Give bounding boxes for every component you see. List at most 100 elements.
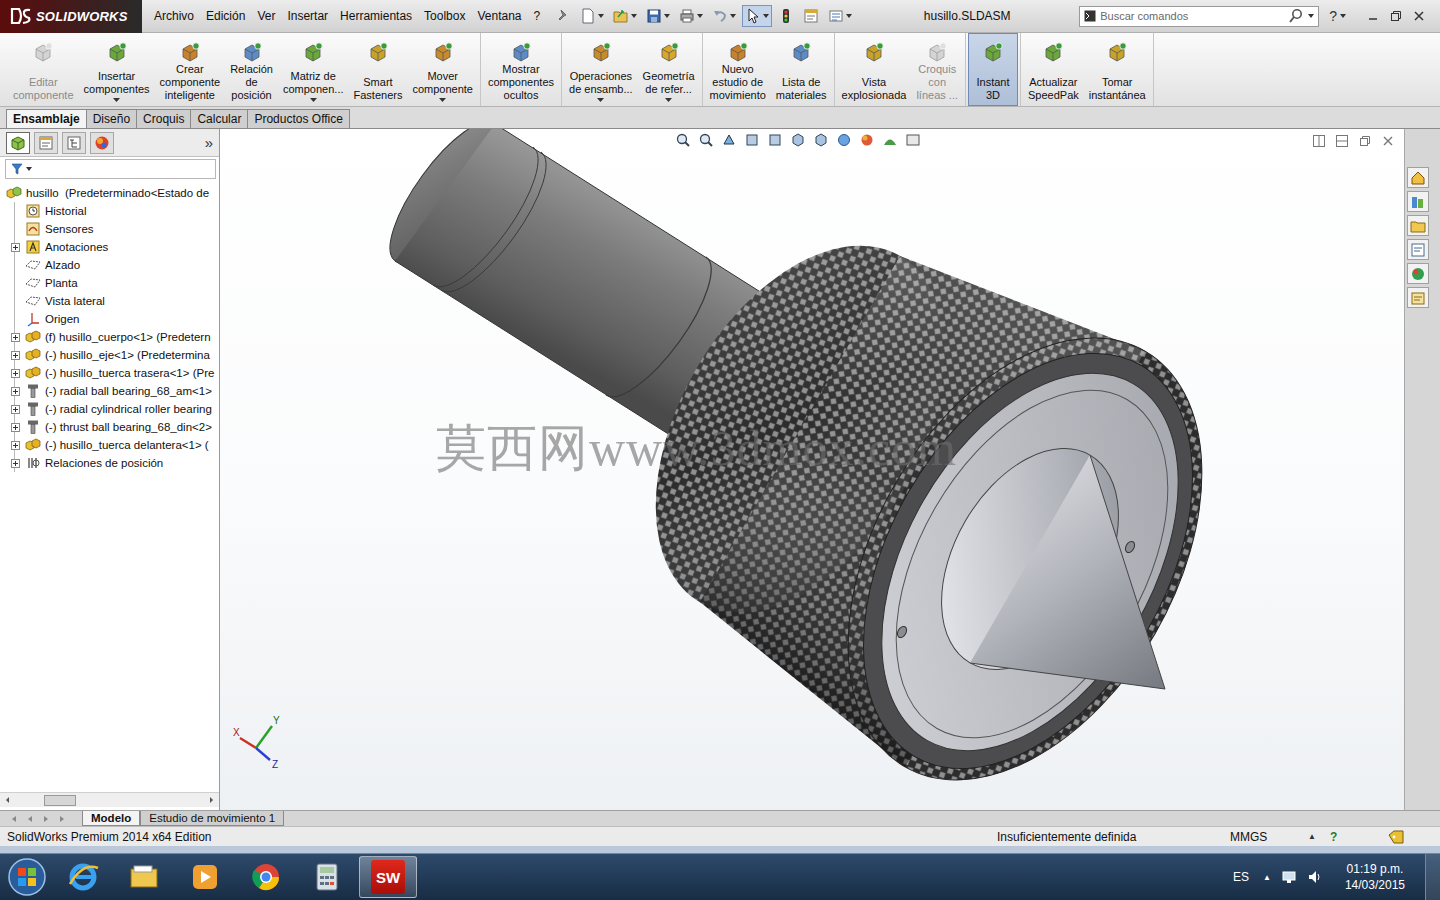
tree-item[interactable]: (-) radial cylindrical roller bearing: [0, 400, 219, 418]
command-button[interactable]: Mostrarcomponentesocultos: [483, 33, 559, 106]
command-tab[interactable]: Ensamblaje: [6, 109, 87, 128]
command-button[interactable]: Insertarcomponentes: [79, 33, 155, 106]
quick-access-button[interactable]: [552, 5, 574, 27]
command-button[interactable]: Instant3D: [968, 33, 1018, 106]
view-tool-icon[interactable]: [767, 132, 783, 148]
tab-scroll-icon[interactable]: [26, 815, 34, 823]
restore-icon[interactable]: [1389, 9, 1403, 23]
taskbar-app[interactable]: [54, 856, 112, 898]
split-vertical-icon[interactable]: [1336, 135, 1348, 147]
tree-item[interactable]: (-) radial ball bearing_68_am<1>: [0, 382, 219, 400]
view-tool-icon[interactable]: [813, 132, 829, 148]
plus-icon[interactable]: [11, 333, 20, 342]
plus-icon[interactable]: [11, 387, 20, 396]
command-button[interactable]: Movercomponente: [407, 33, 478, 106]
panel-tab[interactable]: [34, 132, 58, 154]
command-button[interactable]: Geometríade refer...: [638, 33, 700, 106]
view-tool-icon[interactable]: [859, 132, 875, 148]
start-button[interactable]: [0, 857, 54, 897]
task-pane-tab[interactable]: [1407, 191, 1429, 212]
taskbar-app[interactable]: SW: [359, 856, 417, 898]
restore-icon[interactable]: [1359, 135, 1371, 147]
status-units[interactable]: MMGS: [1230, 830, 1308, 844]
tree-item[interactable]: Vista lateral: [0, 292, 219, 310]
graphics-area[interactable]: 莫西网www.3dmox.comXYZ: [220, 129, 1404, 810]
tree-item[interactable]: (-) husillo_tuerca delantera<1> (: [0, 436, 219, 454]
menu-item[interactable]: ?: [528, 7, 547, 25]
command-button[interactable]: ActualizarSpeedPak: [1023, 33, 1084, 106]
tree-item[interactable]: Alzado: [0, 256, 219, 274]
tree-filter[interactable]: [5, 159, 216, 179]
tree-item[interactable]: Historial: [0, 202, 219, 220]
tree-item[interactable]: (-) husillo_tuerca trasera<1> (Pre: [0, 364, 219, 382]
status-help[interactable]: ?: [1330, 830, 1388, 844]
command-button[interactable]: Nuevoestudio demovimiento: [705, 33, 771, 106]
quick-access-button[interactable]: [742, 5, 772, 27]
taskbar-app[interactable]: [176, 856, 234, 898]
minimize-icon[interactable]: [1366, 9, 1380, 23]
network-icon[interactable]: [1281, 869, 1297, 885]
command-button[interactable]: Matriz decomponen...: [278, 33, 349, 106]
help-button[interactable]: ?: [1329, 8, 1346, 24]
menu-item[interactable]: Herramientas: [334, 7, 418, 25]
quick-access-button[interactable]: [676, 5, 706, 27]
collapse-button[interactable]: »: [205, 134, 213, 151]
tree-item[interactable]: husillo (Predeterminado<Estado de: [0, 184, 219, 202]
quick-access-button[interactable]: [709, 5, 739, 27]
command-button[interactable]: SmartFasteners: [349, 33, 408, 106]
scroll-left-icon[interactable]: [4, 796, 12, 804]
panel-tab[interactable]: [62, 132, 86, 154]
scroll-thumb[interactable]: [44, 795, 76, 806]
tree-item[interactable]: Origen: [0, 310, 219, 328]
menu-item[interactable]: Ventana: [471, 7, 527, 25]
tree-item[interactable]: (f) husillo_cuerpo<1> (Predetern: [0, 328, 219, 346]
solidworks-logo[interactable]: SOLIDWORKS: [0, 0, 142, 33]
task-pane-tab[interactable]: [1407, 239, 1429, 260]
view-tool-icon[interactable]: [882, 132, 898, 148]
command-tab[interactable]: Croquis: [136, 109, 191, 128]
split-horizontal-icon[interactable]: [1313, 135, 1325, 147]
command-button[interactable]: Vistaexplosionada: [837, 33, 912, 106]
panel-tab[interactable]: [90, 132, 114, 154]
tab-scroll-icon[interactable]: [42, 815, 50, 823]
scroll-right-icon[interactable]: [207, 796, 215, 804]
volume-icon[interactable]: [1307, 869, 1323, 885]
view-tool-icon[interactable]: [744, 132, 760, 148]
quick-access-button[interactable]: [643, 5, 673, 27]
command-button[interactable]: Crearcomponenteinteligente: [155, 33, 226, 106]
language-indicator[interactable]: ES: [1233, 870, 1249, 884]
quick-access-button[interactable]: [825, 5, 855, 27]
task-pane-tab[interactable]: [1407, 167, 1429, 188]
close-icon[interactable]: [1382, 135, 1394, 147]
quick-access-button[interactable]: [800, 5, 822, 27]
task-pane-tab[interactable]: [1407, 215, 1429, 236]
view-tool-icon[interactable]: [790, 132, 806, 148]
menu-item[interactable]: Toolbox: [418, 7, 471, 25]
tree-item[interactable]: Planta: [0, 274, 219, 292]
tree-item[interactable]: Sensores: [0, 220, 219, 238]
plus-icon[interactable]: [11, 459, 20, 468]
menu-item[interactable]: Edición: [200, 7, 251, 25]
task-pane-tab[interactable]: [1407, 287, 1429, 308]
command-search[interactable]: [1079, 6, 1319, 27]
tree-item[interactable]: Anotaciones: [0, 238, 219, 256]
show-desktop-button[interactable]: [1425, 854, 1440, 900]
plus-icon[interactable]: [11, 405, 20, 414]
menu-item[interactable]: Ver: [251, 7, 281, 25]
tree-item[interactable]: Relaciones de posición: [0, 454, 219, 472]
plus-icon[interactable]: [11, 243, 20, 252]
command-button[interactable]: Operacionesde ensamb...: [564, 33, 638, 106]
menu-item[interactable]: Archivo: [148, 7, 200, 25]
search-input[interactable]: [1100, 10, 1284, 22]
quick-access-button[interactable]: [775, 5, 797, 27]
view-tool-icon[interactable]: [721, 132, 737, 148]
clock[interactable]: 01:19 p.m.14/03/2015: [1345, 861, 1405, 893]
command-tab[interactable]: Diseño: [86, 109, 137, 128]
tab-scroll-icon[interactable]: [10, 815, 18, 823]
close-icon[interactable]: [1412, 9, 1426, 23]
tab-scroll-icon[interactable]: [58, 815, 66, 823]
tag-icon[interactable]: [1388, 830, 1404, 844]
front-face[interactable]: [795, 296, 1260, 810]
view-tool-icon[interactable]: [836, 132, 852, 148]
tree-item[interactable]: (-) husillo_eje<1> (Predetermina: [0, 346, 219, 364]
